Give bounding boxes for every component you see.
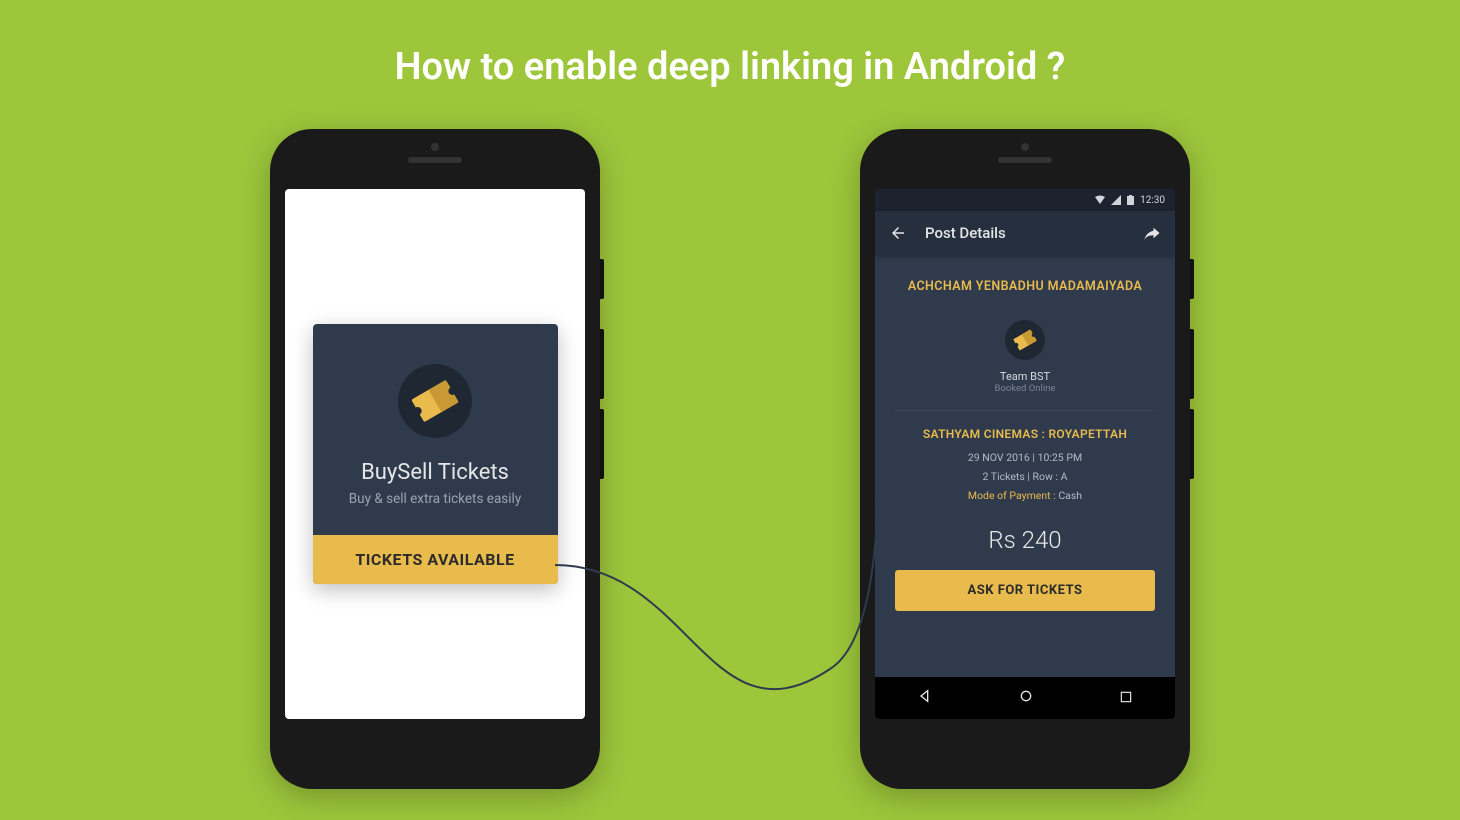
- tickets-available-button[interactable]: TICKETS AVAILABLE: [313, 535, 558, 584]
- ticket-icon-badge: [398, 364, 472, 438]
- nav-back-icon[interactable]: [917, 688, 933, 708]
- status-time: 12:30: [1140, 195, 1165, 206]
- post-content: ACHCHAM YENBADHU MADAMAIYADA Team BST Bo…: [875, 255, 1175, 677]
- payment-mode: Mode of Payment : Cash: [968, 489, 1082, 502]
- status-bar: 12:30: [875, 189, 1175, 211]
- movie-title: ACHCHAM YENBADHU MADAMAIYADA: [908, 279, 1142, 294]
- app-card: BuySell Tickets Buy & sell extra tickets…: [313, 324, 558, 584]
- ask-for-tickets-button[interactable]: ASK FOR TICKETS: [895, 570, 1155, 611]
- ticket-icon: [1013, 329, 1037, 351]
- venue-name: SATHYAM CINEMAS : ROYAPETTAH: [923, 427, 1127, 441]
- seller-name: Team BST: [1000, 370, 1050, 383]
- signal-icon: [1111, 195, 1121, 205]
- show-datetime: 29 NOV 2016 | 10:25 PM: [968, 451, 1082, 464]
- nav-recent-icon[interactable]: [1119, 689, 1133, 708]
- divider: [895, 410, 1155, 411]
- app-tagline: Buy & sell extra tickets easily: [331, 491, 540, 507]
- nav-home-icon[interactable]: [1018, 688, 1034, 708]
- screen-right: 12:30 Post Details ACHCHAM YENBADHU MADA…: [875, 189, 1175, 719]
- screen-left: BuySell Tickets Buy & sell extra tickets…: [285, 189, 585, 719]
- android-navbar: [875, 677, 1175, 719]
- booking-mode: Booked Online: [995, 383, 1056, 394]
- app-name: BuySell Tickets: [331, 460, 540, 485]
- mop-value: Cash: [1058, 489, 1082, 502]
- seller-avatar: [1005, 320, 1045, 360]
- wifi-icon: [1095, 195, 1105, 205]
- mop-label: Mode of Payment :: [968, 489, 1058, 502]
- phone-right: 12:30 Post Details ACHCHAM YENBADHU MADA…: [860, 129, 1190, 789]
- back-icon[interactable]: [889, 224, 907, 242]
- price: Rs 240: [988, 526, 1061, 554]
- share-icon[interactable]: [1143, 224, 1161, 242]
- topbar-title: Post Details: [925, 224, 1125, 242]
- seat-info: 2 Tickets | Row : A: [983, 470, 1068, 483]
- page-title: How to enable deep linking in Android ?: [0, 0, 1460, 89]
- phone-left: BuySell Tickets Buy & sell extra tickets…: [270, 129, 600, 789]
- battery-icon: [1127, 195, 1134, 205]
- ticket-icon: [411, 380, 459, 423]
- top-bar: Post Details: [875, 211, 1175, 255]
- deep-link-connector: [0, 129, 1460, 789]
